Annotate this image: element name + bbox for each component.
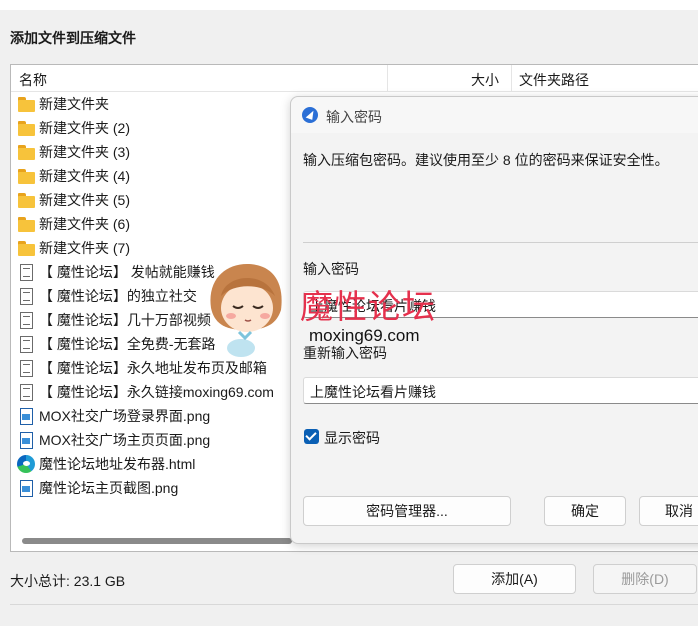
file-name: 新建文件夹 (4) (39, 168, 130, 184)
folder-icon (17, 191, 35, 209)
list-item[interactable]: 魔性论坛地址发布器.html (17, 453, 195, 475)
list-item[interactable]: 新建文件夹 (17, 93, 109, 115)
folder-icon (17, 239, 35, 257)
dialog-description: 输入压缩包密码。建议使用至少 8 位的密码来保证安全性。 (303, 152, 669, 168)
list-item[interactable]: 新建文件夹 (7) (17, 237, 130, 259)
dialog-titlebar[interactable]: 输入密码 (291, 97, 698, 133)
file-name: MOX社交广场主页页面.png (39, 432, 211, 448)
confirm-password-input[interactable]: 上魔性论坛看片赚钱 (303, 377, 698, 404)
file-name: 魔性论坛主页截图.png (39, 480, 179, 496)
dialog-title: 输入密码 (326, 109, 382, 125)
folder-icon (17, 215, 35, 233)
watermark-text: 魔性论坛 (300, 287, 436, 326)
document-icon (17, 383, 35, 401)
folder-icon (17, 167, 35, 185)
list-item[interactable]: 【 魔性论坛】永久链接moxing69.com (17, 381, 274, 403)
image-file-icon (17, 431, 35, 449)
image-file-icon (17, 479, 35, 497)
file-name: MOX社交广场登录界面.png (39, 408, 211, 424)
file-name: 魔性论坛地址发布器.html (39, 456, 196, 472)
file-name: 新建文件夹 (6) (39, 216, 130, 232)
list-item[interactable]: 新建文件夹 (2) (17, 117, 130, 139)
column-header: 名称 大小 文件夹路径 (11, 65, 698, 92)
column-divider[interactable] (511, 65, 512, 91)
ok-button[interactable]: 确定 (544, 496, 626, 526)
list-item[interactable]: 新建文件夹 (6) (17, 213, 130, 235)
list-item[interactable]: 新建文件夹 (4) (17, 165, 130, 187)
list-item[interactable]: 新建文件夹 (5) (17, 189, 130, 211)
delete-button[interactable]: 删除(D) (593, 564, 697, 594)
document-icon (17, 287, 35, 305)
file-name: 新建文件夹 (5) (39, 192, 130, 208)
watermark-url: moxing69.com (309, 326, 420, 345)
file-name: 【 魔性论坛】 发帖就能赚钱 (39, 264, 215, 280)
list-item[interactable]: 魔性论坛主页截图.png (17, 477, 178, 499)
column-size-header[interactable]: 大小 (471, 70, 499, 90)
document-icon (17, 359, 35, 377)
document-icon (17, 335, 35, 353)
divider (303, 242, 698, 243)
list-item[interactable]: 【 魔性论坛】永久地址发布页及邮箱 (17, 357, 267, 379)
folder-icon (17, 95, 35, 113)
cartoon-girl-sticker (210, 264, 282, 357)
list-item[interactable]: MOX社交广场登录界面.png (17, 405, 210, 427)
divider (10, 604, 698, 605)
password-manager-button[interactable]: 密码管理器... (303, 496, 511, 526)
app-logo-icon (302, 107, 318, 123)
cancel-button[interactable]: 取消 (639, 496, 698, 526)
list-item[interactable]: 新建文件夹 (3) (17, 141, 130, 163)
edge-browser-icon (17, 455, 35, 473)
column-divider[interactable] (387, 65, 388, 91)
horizontal-scrollbar[interactable] (22, 538, 292, 544)
file-name: 新建文件夹 (2) (39, 120, 130, 136)
confirm-password-label: 重新输入密码 (303, 345, 387, 361)
total-size: 大小总计: 23.1 GB (10, 573, 126, 589)
file-name: 【 魔性论坛】几十万部视频 (39, 312, 211, 328)
list-item[interactable]: 【 魔性论坛】的独立社交 (17, 285, 197, 307)
file-name: 【 魔性论坛】永久地址发布页及邮箱 (39, 360, 267, 376)
column-name-header[interactable]: 名称 (19, 70, 47, 90)
top-band (0, 0, 698, 10)
list-item[interactable]: 【 魔性论坛】全免费-无套路 (17, 333, 216, 355)
file-name: 【 魔性论坛】的独立社交 (39, 288, 197, 304)
list-item[interactable]: MOX社交广场主页页面.png (17, 429, 210, 451)
document-icon (17, 311, 35, 329)
file-name: 【 魔性论坛】全免费-无套路 (39, 336, 216, 352)
image-file-icon (17, 407, 35, 425)
show-password-label[interactable]: 显示密码 (324, 428, 380, 448)
add-button[interactable]: 添加(A) (453, 564, 576, 594)
file-name: 新建文件夹 (39, 96, 109, 112)
file-name: 【 魔性论坛】永久链接moxing69.com (39, 384, 274, 400)
column-path-header[interactable]: 文件夹路径 (519, 70, 589, 90)
show-password-checkbox[interactable] (304, 429, 319, 444)
file-name: 新建文件夹 (7) (39, 240, 130, 256)
folder-icon (17, 143, 35, 161)
file-name: 新建文件夹 (3) (39, 144, 130, 160)
document-icon (17, 263, 35, 281)
list-item[interactable]: 【 魔性论坛】 发帖就能赚钱 (17, 261, 215, 283)
password-label: 输入密码 (303, 261, 359, 277)
window-title: 添加文件到压缩文件 (10, 30, 136, 46)
list-item[interactable]: 【 魔性论坛】几十万部视频 (17, 309, 211, 331)
folder-icon (17, 119, 35, 137)
